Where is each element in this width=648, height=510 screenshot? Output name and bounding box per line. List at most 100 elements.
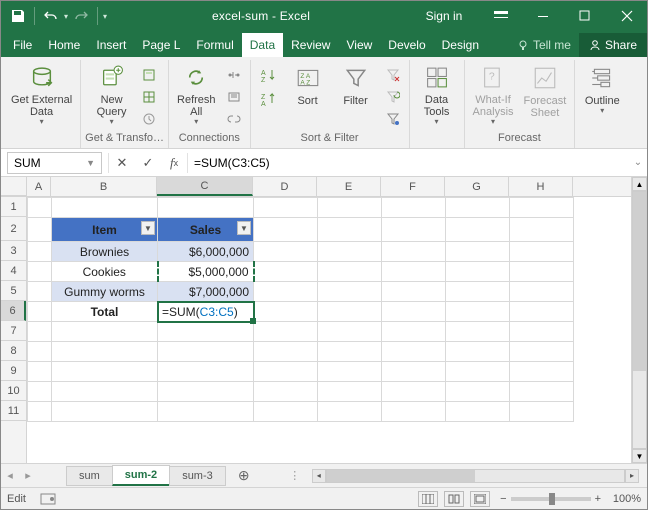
page-break-view-button[interactable]: [470, 491, 490, 507]
filter-dropdown-icon[interactable]: ▼: [141, 221, 155, 235]
zoom-slider[interactable]: [511, 497, 591, 501]
share-button[interactable]: Share: [579, 33, 647, 57]
from-table-button[interactable]: [137, 86, 161, 108]
sheet-nav-next[interactable]: ▸: [19, 469, 37, 482]
expand-formula-bar-button[interactable]: ⌄: [629, 157, 647, 168]
scroll-thumb[interactable]: [633, 192, 646, 371]
scroll-left-icon[interactable]: ◂: [312, 469, 326, 483]
cancel-formula-button[interactable]: ✕: [109, 152, 135, 174]
cell[interactable]: Total: [52, 302, 158, 322]
fill-handle[interactable]: [250, 318, 256, 324]
horizontal-scrollbar[interactable]: ◂ ▸: [312, 469, 639, 483]
undo-icon[interactable]: [40, 5, 62, 27]
reapply-button[interactable]: [381, 86, 405, 108]
zoom-in-button[interactable]: +: [595, 493, 601, 505]
sheet-tab-sum[interactable]: sum: [66, 466, 113, 486]
row-header-4[interactable]: 4: [1, 261, 26, 281]
active-cell[interactable]: =SUM(C3:C5): [158, 302, 254, 322]
zoom-level[interactable]: 100%: [605, 493, 641, 505]
scroll-up-icon[interactable]: ▲: [632, 177, 647, 191]
new-query-button[interactable]: New Query ▾: [89, 60, 135, 130]
advanced-filter-button[interactable]: [381, 108, 405, 130]
row-header-11[interactable]: 11: [1, 401, 26, 421]
col-header-b[interactable]: B: [51, 177, 157, 196]
page-layout-view-button[interactable]: [444, 491, 464, 507]
save-icon[interactable]: [7, 5, 29, 27]
tell-me-search[interactable]: Tell me: [509, 33, 579, 57]
filter-dropdown-icon[interactable]: ▼: [237, 221, 251, 235]
properties-button[interactable]: [222, 86, 246, 108]
tab-view[interactable]: View: [338, 33, 380, 57]
recent-sources-button[interactable]: [137, 108, 161, 130]
forecast-sheet-button[interactable]: Forecast Sheet: [520, 60, 571, 130]
normal-view-button[interactable]: [418, 491, 438, 507]
tab-design[interactable]: Design: [434, 33, 487, 57]
row-header-6[interactable]: 6: [1, 301, 26, 321]
sort-asc-button[interactable]: AZ: [255, 64, 283, 86]
col-header-h[interactable]: H: [509, 177, 573, 196]
enter-formula-button[interactable]: ✓: [135, 152, 161, 174]
row-header-2[interactable]: 2: [1, 217, 26, 241]
formula-input[interactable]: [188, 152, 629, 174]
col-header-f[interactable]: F: [381, 177, 445, 196]
add-sheet-button[interactable]: ⊕: [232, 467, 256, 484]
tab-formulas[interactable]: Formul: [188, 33, 241, 57]
col-header-g[interactable]: G: [445, 177, 509, 196]
scroll-thumb[interactable]: [327, 470, 476, 482]
row-header-9[interactable]: 9: [1, 361, 26, 381]
insert-function-button[interactable]: fx: [161, 152, 187, 174]
tab-insert[interactable]: Insert: [88, 33, 134, 57]
refresh-all-button[interactable]: Refresh All ▾: [173, 60, 220, 130]
edit-links-button[interactable]: [222, 108, 246, 130]
cell[interactable]: $7,000,000: [158, 282, 254, 302]
row-header-7[interactable]: 7: [1, 321, 26, 341]
show-queries-button[interactable]: [137, 64, 161, 86]
outline-button[interactable]: Outline ▾: [579, 60, 625, 130]
col-header-e[interactable]: E: [317, 177, 381, 196]
cell[interactable]: Brownies: [52, 242, 158, 262]
cell[interactable]: Cookies: [52, 262, 158, 282]
scroll-right-icon[interactable]: ▸: [625, 469, 639, 483]
tab-page-layout[interactable]: Page L: [134, 33, 188, 57]
row-header-10[interactable]: 10: [1, 381, 26, 401]
sort-desc-button[interactable]: ZA: [255, 88, 283, 110]
what-if-analysis-button[interactable]: ? What-If Analysis ▾: [469, 60, 518, 130]
vertical-scrollbar[interactable]: ▲ ▼: [631, 177, 647, 463]
sheet-tab-sum-3[interactable]: sum-3: [169, 466, 226, 486]
tab-file[interactable]: File: [5, 33, 40, 57]
table-header-sales[interactable]: Sales ▼: [158, 218, 254, 242]
macro-record-icon[interactable]: [40, 493, 56, 505]
zoom-out-button[interactable]: −: [500, 493, 506, 505]
dropdown-icon[interactable]: ▼: [86, 158, 95, 168]
tab-developer[interactable]: Develo: [380, 33, 433, 57]
clear-filter-button[interactable]: [381, 64, 405, 86]
row-header-8[interactable]: 8: [1, 341, 26, 361]
connections-button[interactable]: [222, 64, 246, 86]
select-all-corner[interactable]: [1, 177, 27, 196]
col-header-c[interactable]: C: [157, 177, 253, 196]
sheet-tab-sum-2[interactable]: sum-2: [112, 465, 170, 486]
filter-button[interactable]: Filter: [333, 60, 379, 130]
data-tools-button[interactable]: Data Tools ▾: [414, 60, 460, 130]
row-header-3[interactable]: 3: [1, 241, 26, 261]
cell[interactable]: Gummy worms: [52, 282, 158, 302]
name-box[interactable]: SUM ▼: [7, 152, 102, 174]
redo-icon[interactable]: [70, 5, 92, 27]
cell[interactable]: $5,000,000: [158, 262, 254, 282]
minimize-button[interactable]: [523, 1, 563, 31]
sign-in-link[interactable]: Sign in: [409, 9, 479, 23]
scroll-down-icon[interactable]: ▼: [632, 449, 647, 463]
ribbon-options-icon[interactable]: [481, 1, 521, 31]
table-header-item[interactable]: Item ▼: [52, 218, 158, 242]
get-external-data-button[interactable]: Get External Data ▾: [7, 60, 76, 130]
spreadsheet-grid[interactable]: Item ▼ Sales ▼: [27, 197, 574, 422]
col-header-a[interactable]: A: [27, 177, 51, 196]
row-header-1[interactable]: 1: [1, 197, 26, 217]
tab-home[interactable]: Home: [40, 33, 88, 57]
cell[interactable]: $6,000,000: [158, 242, 254, 262]
sheet-nav-prev[interactable]: ◂: [1, 469, 19, 482]
maximize-button[interactable]: [565, 1, 605, 31]
tab-review[interactable]: Review: [283, 33, 338, 57]
col-header-d[interactable]: D: [253, 177, 317, 196]
sort-button[interactable]: Z AA Z Sort: [285, 60, 331, 130]
